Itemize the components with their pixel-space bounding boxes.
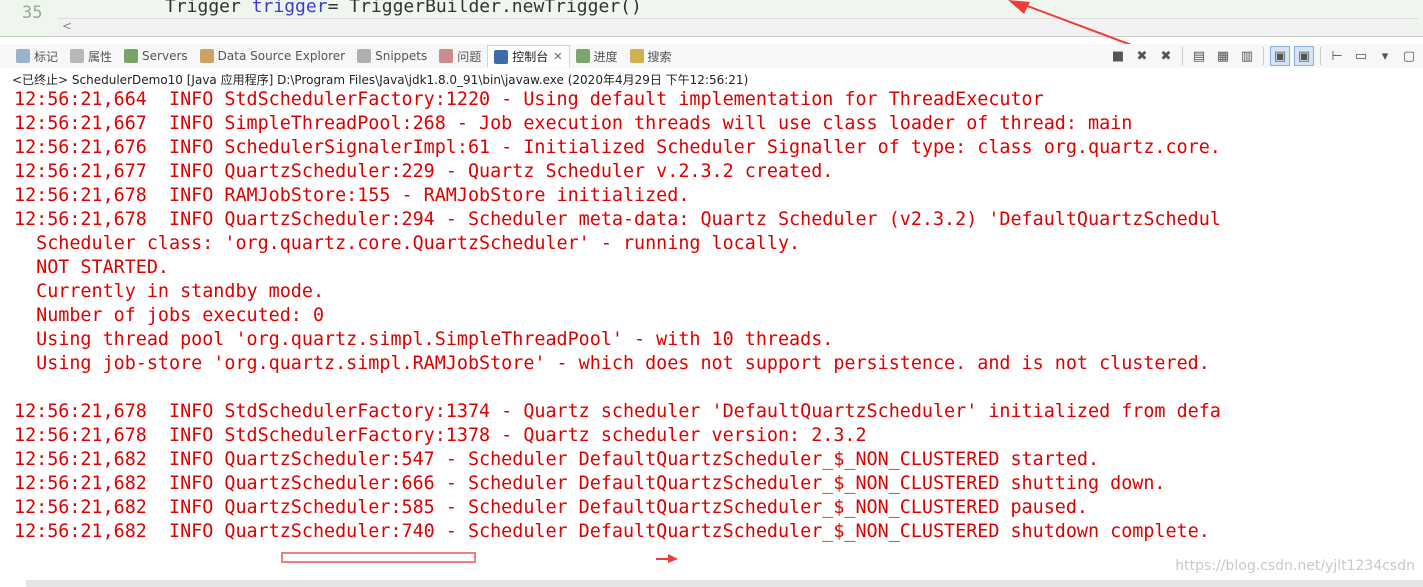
scroll-lock-icon[interactable]: ▦ — [1213, 46, 1233, 66]
console-line: Currently in standby mode. — [14, 281, 325, 302]
console-line: 12:56:21,678 INFO QuartzScheduler:294 - … — [14, 209, 1221, 230]
tab-data-source-explorer[interactable]: Data Source Explorer — [194, 45, 351, 67]
word-wrap-icon[interactable]: ▥ — [1237, 46, 1257, 66]
tab-label: Snippets — [375, 49, 428, 63]
console-line: 12:56:21,678 INFO StdSchedulerFactory:13… — [14, 401, 1221, 422]
console-line: 12:56:21,682 INFO QuartzScheduler:585 - … — [14, 497, 1088, 518]
servers-icon — [124, 49, 139, 63]
tab-problems[interactable]: 问题 — [433, 45, 487, 67]
progress-icon — [575, 49, 590, 63]
code-type: Trigger — [165, 0, 252, 17]
problems-icon — [439, 49, 454, 63]
console-line: 12:56:21,664 INFO StdSchedulerFactory:12… — [14, 89, 1044, 110]
editor-gutter: 35 — [0, 0, 60, 36]
clear-console-icon[interactable]: ▤ — [1189, 46, 1209, 66]
dropdown-icon[interactable]: ▾ — [1375, 46, 1395, 66]
console-line: 12:56:21,682 INFO QuartzScheduler:547 - … — [14, 449, 1100, 470]
editor-area: 35 Trigger trigger= TriggerBuilder.newTr… — [0, 0, 1423, 37]
remove-all-icon[interactable]: ✖ — [1156, 46, 1176, 66]
scroll-left-icon[interactable]: < — [62, 19, 72, 33]
toolbar-separator — [1263, 47, 1264, 65]
tab-properties[interactable]: 属性 — [64, 45, 118, 67]
snippets-icon — [357, 49, 372, 63]
tab-label: Data Source Explorer — [217, 49, 346, 63]
tab-console[interactable]: 控制台 ✕ — [487, 45, 570, 67]
markers-icon — [16, 49, 30, 63]
tab-label: 进度 — [593, 49, 618, 64]
new-console-icon[interactable]: ▢ — [1399, 46, 1419, 66]
console-icon — [494, 49, 509, 64]
display-console-icon[interactable]: ▭ — [1351, 46, 1371, 66]
code-line[interactable]: Trigger trigger= TriggerBuilder.newTrigg… — [165, 0, 642, 17]
console-toolbar: ■ ✖ ✖ ▤ ▦ ▥ ▣ ▣ ⊢ ▭ ▾ ▢ — [1108, 46, 1419, 66]
console-line: 12:56:21,676 INFO SchedulerSignalerImpl:… — [14, 137, 1221, 158]
console-line: 12:56:21,678 INFO StdSchedulerFactory:13… — [14, 425, 867, 446]
line-number: 35 — [22, 3, 43, 23]
console-line: NOT STARTED. — [14, 257, 170, 278]
console-line: Using job-store 'org.quartz.simpl.RAMJob… — [14, 353, 1210, 374]
tab-label: 控制台 — [512, 50, 549, 64]
pin-console-icon[interactable]: ⊢ — [1327, 46, 1347, 66]
search-icon — [629, 49, 644, 63]
close-icon[interactable]: ✕ — [553, 50, 562, 63]
data-source-explorer-icon — [199, 49, 214, 63]
tab-search[interactable]: 搜索 — [624, 45, 678, 67]
tab-markers[interactable]: 标记 — [10, 45, 64, 67]
stop-icon[interactable]: ■ — [1108, 46, 1128, 66]
process-description: <已终止> SchedulerDemo10 [Java 应用程序] D:\Pro… — [12, 73, 749, 87]
console-line: 12:56:21,682 INFO QuartzScheduler:740 - … — [14, 521, 1210, 542]
tab-label: Servers — [142, 49, 188, 63]
console-line: 12:56:21,678 INFO RAMJobStore:155 - RAMJ… — [14, 185, 690, 206]
editor-horizontal-scrollbar[interactable]: < — [58, 18, 1418, 36]
code-rest: = TriggerBuilder.newTrigger() — [327, 0, 642, 17]
console-line: Number of jobs executed: 0 — [14, 305, 325, 326]
console-line: Scheduler class: 'org.quartz.core.Quartz… — [14, 233, 801, 254]
tab-label: 问题 — [457, 49, 482, 64]
tab-label: 标记 — [34, 49, 59, 64]
show-on-stdout-icon[interactable]: ▣ — [1270, 46, 1290, 66]
console-line: 12:56:21,677 INFO QuartzScheduler:229 - … — [14, 161, 834, 182]
console-line: 12:56:21,682 INFO QuartzScheduler:666 - … — [14, 473, 1166, 494]
annotation-small-arrow-icon — [656, 554, 678, 563]
code-var: trigger — [251, 0, 328, 17]
tab-snippets[interactable]: Snippets — [351, 45, 433, 67]
toolbar-separator — [1320, 47, 1321, 65]
tab-label: 属性 — [88, 49, 113, 64]
tab-progress[interactable]: 进度 — [570, 45, 624, 67]
show-on-stderr-icon[interactable]: ▣ — [1294, 46, 1314, 66]
properties-icon — [70, 49, 85, 63]
tab-label: 搜索 — [647, 49, 672, 64]
remove-launch-icon[interactable]: ✖ — [1132, 46, 1152, 66]
console-output[interactable]: 12:56:21,664 INFO StdSchedulerFactory:12… — [10, 88, 1423, 578]
tab-servers[interactable]: Servers — [118, 45, 194, 67]
console-horizontal-scrollbar[interactable] — [26, 580, 1423, 587]
annotation-box — [281, 552, 476, 563]
console-line: Using thread pool 'org.quartz.simpl.Simp… — [14, 329, 834, 350]
watermark: https://blog.csdn.net/yjlt1234csdn — [1175, 558, 1415, 574]
toolbar-separator — [1182, 47, 1183, 65]
console-line: 12:56:21,667 INFO SimpleThreadPool:268 -… — [14, 113, 1133, 134]
